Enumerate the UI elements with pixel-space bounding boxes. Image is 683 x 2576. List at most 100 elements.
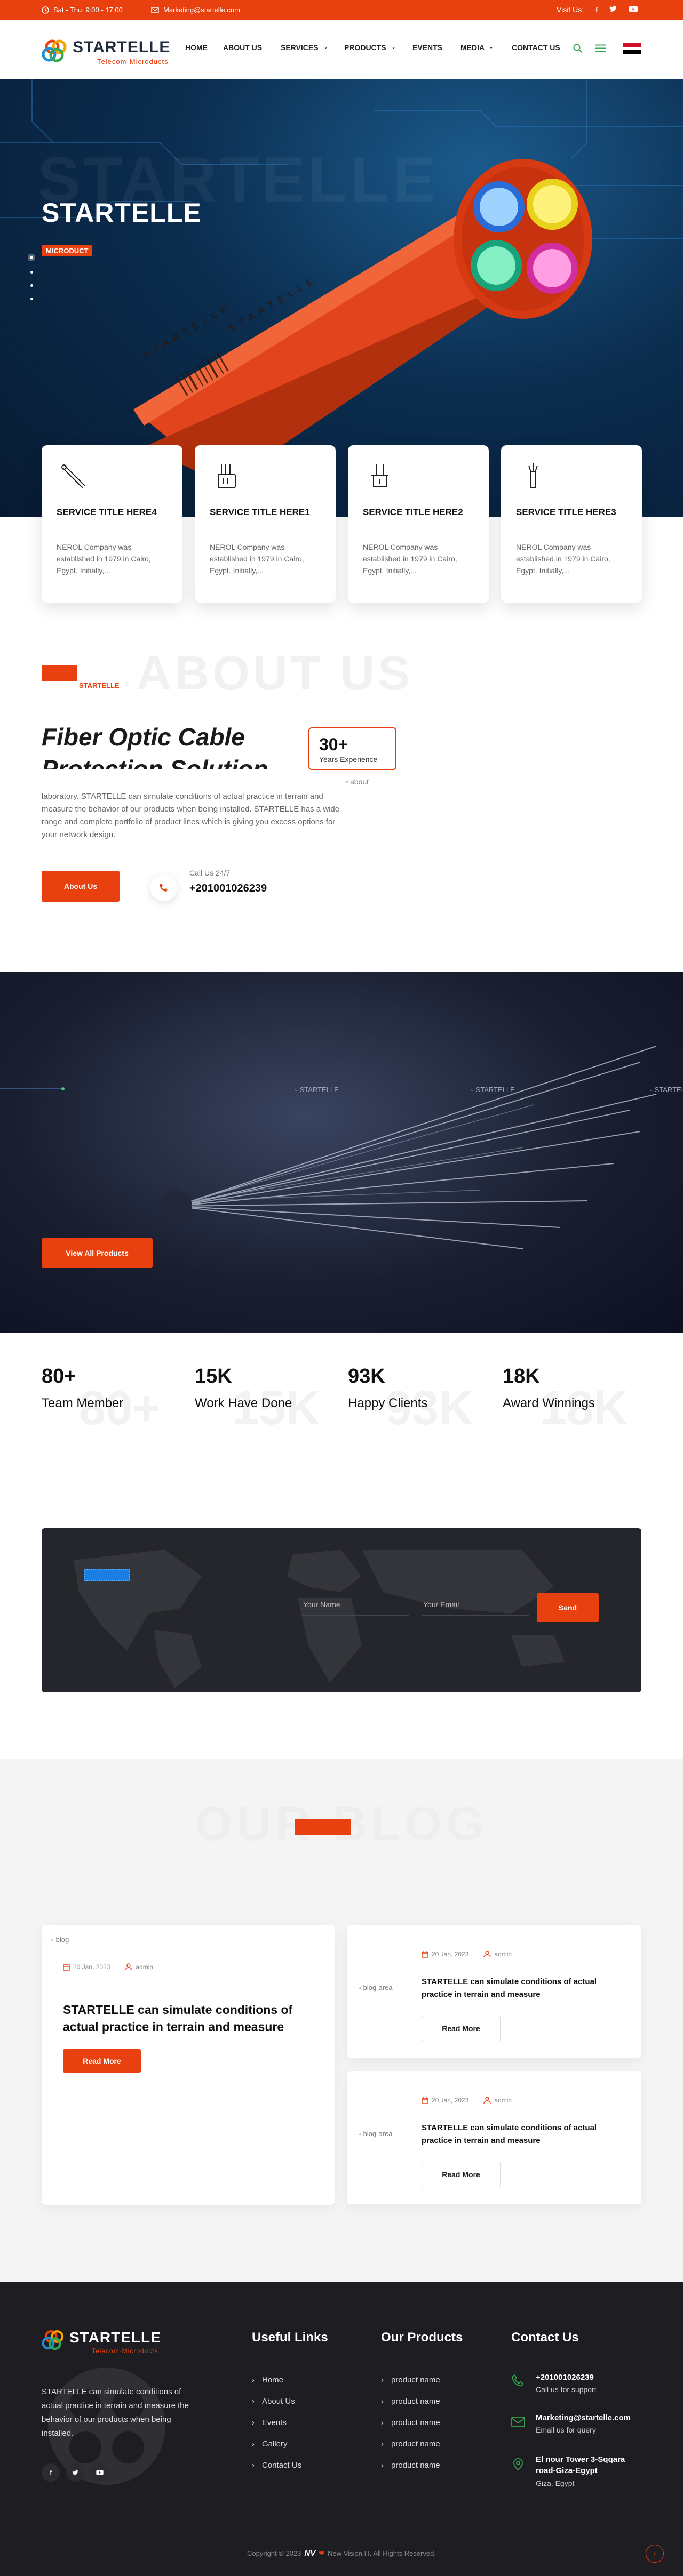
footer-link-label[interactable]: Gallery [262,2439,288,2449]
menu-icon[interactable] [595,44,606,52]
arrow-up-icon: ↑ [653,2549,657,2558]
scroll-to-top-button[interactable]: ↑ [646,2545,664,2563]
footer-link-events[interactable]: › Events [252,2418,287,2427]
product-image-alt: STARTELLE [654,1086,683,1094]
about-us-button[interactable]: About Us [42,871,120,902]
nav-products[interactable]: PRODUCTS [344,43,386,52]
footer-logo[interactable]: STARTELLE Telecom-Microducts [42,2326,180,2356]
egypt-flag-icon[interactable] [623,43,641,54]
youtube-icon[interactable] [91,2463,109,2482]
blog-author: admin [494,1951,512,1958]
blog-title[interactable]: STARTELLE can simulate conditions of act… [422,1976,624,2001]
nav-services[interactable]: SERVICES [281,43,319,52]
broken-image-icon: ▫ [345,777,348,786]
footer-phone[interactable]: +201001026239 [536,2373,594,2382]
footer-link-label[interactable]: About Us [262,2397,295,2406]
twitter-icon[interactable] [66,2463,84,2482]
facebook-icon[interactable]: f [42,2463,60,2482]
footer-product-link[interactable]: › product name [381,2461,440,2470]
slider-dot[interactable] [30,271,33,274]
footer-logo-tagline: Telecom-Microducts [92,2347,158,2355]
service-desc: NEROL Company was established in 1979 in… [363,543,457,575]
facebook-icon[interactable]: f [595,6,598,14]
footer-link-label[interactable]: Events [262,2418,287,2427]
copyright-brand: New Vision IT. All Rights Reserved. [328,2549,436,2557]
call-phone[interactable]: +201001026239 [189,882,267,895]
blog-title[interactable]: STARTELLE can simulate conditions of act… [422,2122,624,2147]
product-image[interactable]: ▫STARTELLE [471,1086,515,1094]
nav-home[interactable]: HOME [185,43,208,52]
email-item[interactable]: Marketing@startelle.com [151,6,240,14]
read-more-button[interactable]: Read More [63,2049,141,2073]
nav-events[interactable]: EVENTS [412,43,442,52]
nav-about-us[interactable]: ABOUT US [223,43,262,52]
footer-link-label[interactable]: product name [391,2461,440,2470]
email-text[interactable]: Marketing@startelle.com [163,6,240,14]
read-more-button[interactable]: Read More [422,2016,501,2041]
footer-about: STARTELLE can simulate conditions of act… [42,2387,189,2438]
nav-contact-us[interactable]: CONTACT US [512,43,560,52]
calendar-icon [422,1951,428,1958]
about-heading-1: Fiber Optic Cable [42,723,245,751]
blog-card-side[interactable]: ▫ blog-area 20 Jan, 2023 admin STARTELLE … [347,2071,641,2204]
cable-connector-icon [218,464,236,488]
footer-link-label[interactable]: product name [391,2439,440,2449]
service-title: SERVICE TITLE HERE1 [210,507,310,517]
product-image[interactable]: ▫STARTELLE [295,1086,339,1094]
footer-link-label[interactable]: Contact Us [262,2461,301,2470]
about-image: ▫ about [345,777,369,786]
blog-card-main[interactable]: ▫ blog 20 Jan, 2023 admin STARTELLE can s… [42,1925,335,2205]
service-card[interactable]: SERVICE TITLE HERE2 NEROL Company was es… [348,445,489,603]
blog-card-side[interactable]: ▫ blog-area 20 Jan, 2023 admin STARTELLE … [347,1925,641,2058]
send-button[interactable]: Send [537,1593,599,1622]
slider-dot[interactable] [30,284,33,287]
footer-link-about[interactable]: › About Us [252,2397,295,2406]
view-all-products-button[interactable]: View All Products [42,1238,153,1268]
blog-image-alt: blog-area [363,1984,393,1992]
broken-image-icon: ▫ [650,1086,653,1094]
stat-item: 80+ 80+ Team Member [42,1365,180,1472]
footer-email-sub: Email us for query [536,2426,596,2434]
footer-link-label[interactable]: Home [262,2376,283,2385]
footer-address: El nour Tower 3-Sqqara road-Giza-Egypt [536,2455,625,2475]
main-navbar: STARTELLE Telecom-Microducts HOME ABOUT … [0,20,683,79]
service-card[interactable]: SERVICE TITLE HERE3 NEROL Company was es… [501,445,642,603]
stat-number: 80+ [42,1365,76,1387]
blog-image: ▫ blog-area [359,1984,393,1992]
footer-email[interactable]: Marketing@startelle.com [536,2413,631,2422]
nav-media[interactable]: MEDIA [460,43,485,52]
chevron-down-icon: ⌄ [323,44,329,50]
chevron-right-icon: › [252,2461,255,2470]
footer-link-contact[interactable]: › Contact Us [252,2461,301,2470]
slider-dot[interactable] [30,298,33,300]
search-icon[interactable] [573,44,582,53]
product-image[interactable]: ▫STARTELLE [650,1086,683,1094]
read-more-button[interactable]: Read More [422,2162,501,2187]
phone-icon-circle[interactable] [150,874,177,901]
blog-title[interactable]: STARTELLE can simulate conditions of act… [63,2001,314,2035]
footer-link-label[interactable]: product name [391,2397,440,2406]
footer-product-link[interactable]: › product name [381,2439,440,2449]
service-card[interactable]: SERVICE TITLE HERE4 NEROL Company was es… [42,445,182,603]
footer-product-link[interactable]: › product name [381,2418,440,2427]
youtube-icon[interactable] [629,5,638,14]
blog-image: ▫ blog-area [359,2130,393,2138]
product-image-alt: STARTELLE [299,1086,339,1094]
service-desc: NEROL Company was established in 1979 in… [210,543,304,575]
footer-link-label[interactable]: product name [391,2418,440,2427]
footer-product-link[interactable]: › product name [381,2397,440,2406]
service-card[interactable]: SERVICE TITLE HERE1 NEROL Company was es… [195,445,336,603]
chevron-right-icon: › [252,2397,255,2406]
footer-link-label[interactable]: product name [391,2376,440,2385]
contact-us-title: Contact Us [511,2330,579,2345]
footer-product-link[interactable]: › product name [381,2376,440,2385]
twitter-icon[interactable] [609,5,617,14]
experience-label: Years Experience [319,755,378,764]
site-logo[interactable]: STARTELLE Telecom-Microducts [42,36,180,66]
footer-link-gallery[interactable]: › Gallery [252,2439,288,2449]
slider-dot-active[interactable] [30,256,33,259]
footer-link-home[interactable]: › Home [252,2376,283,2385]
name-input[interactable]: Your Name [302,1593,409,1616]
stat-label: Work Have Done [195,1396,292,1410]
email-input[interactable]: Your Email [422,1593,529,1616]
